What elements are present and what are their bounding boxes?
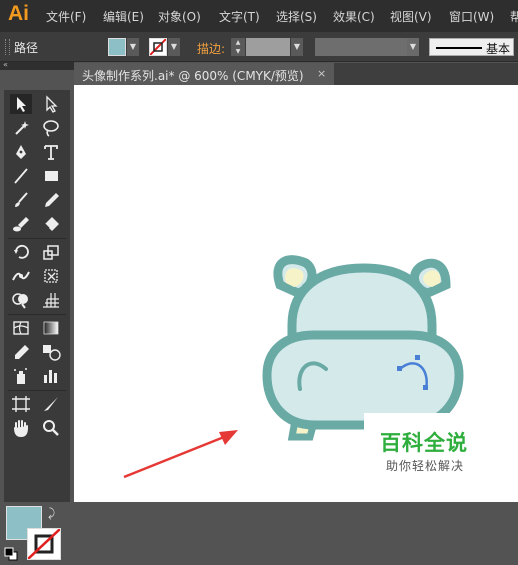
- type-tool-icon[interactable]: [40, 142, 62, 162]
- menu-select[interactable]: 选择(S): [276, 8, 317, 25]
- perspective-grid-tool-icon[interactable]: [40, 290, 62, 310]
- blend-tool-icon[interactable]: [40, 342, 62, 362]
- document-tab-title: 头像制作系列.ai* @ 600% (CMYK/预览): [82, 69, 304, 83]
- mesh-tool-icon[interactable]: [10, 318, 32, 338]
- hand-tool-icon[interactable]: [10, 418, 32, 438]
- column-graph-tool-icon[interactable]: [40, 366, 62, 386]
- free-transform-tool-icon[interactable]: [40, 266, 62, 286]
- close-icon[interactable]: ×: [317, 67, 326, 80]
- paintbrush-tool-icon[interactable]: [10, 190, 32, 210]
- zoom-tool-icon[interactable]: [40, 418, 62, 438]
- divider: [8, 238, 66, 239]
- symbol-sprayer-tool-icon[interactable]: [10, 366, 32, 386]
- stroke-weight-input[interactable]: [246, 38, 290, 56]
- menu-view[interactable]: 视图(V): [390, 8, 432, 25]
- menu-edit[interactable]: 编辑(E): [103, 8, 144, 25]
- default-fill-stroke-icon[interactable]: [4, 546, 18, 561]
- menu-help[interactable]: 帮: [510, 8, 518, 25]
- magic-wand-tool-icon[interactable]: [10, 118, 32, 138]
- document-tab[interactable]: 头像制作系列.ai* @ 600% (CMYK/预览) ×: [74, 63, 334, 85]
- menu-type[interactable]: 文字(T): [219, 8, 260, 25]
- hippo-snout: [262, 330, 464, 430]
- rotate-tool-icon[interactable]: [10, 242, 32, 262]
- selection-tool-icon[interactable]: [10, 94, 32, 114]
- menu-file[interactable]: 文件(F): [46, 8, 86, 25]
- divider: [8, 314, 66, 315]
- line-segment-tool-icon[interactable]: [10, 166, 32, 186]
- chevron-down-icon[interactable]: ▼: [168, 38, 180, 56]
- slice-tool-icon[interactable]: [40, 394, 62, 414]
- artboard-canvas[interactable]: 百科全说 助你轻松解决: [74, 85, 518, 502]
- pen-tool-icon[interactable]: [10, 142, 32, 162]
- tools-panel-header[interactable]: «: [0, 60, 74, 70]
- variable-width-profile-select[interactable]: [315, 38, 407, 56]
- rectangle-tool-icon[interactable]: [40, 166, 62, 186]
- red-pointer-arrow-shaft: [123, 431, 235, 479]
- app-logo: Ai: [8, 2, 29, 25]
- stroke-swatch-none-icon[interactable]: [149, 38, 167, 56]
- stroke-weight-label[interactable]: 描边:: [197, 40, 225, 57]
- shape-builder-tool-icon[interactable]: [10, 290, 32, 310]
- direct-selection-tool-icon[interactable]: [40, 94, 62, 114]
- stroke-weight-stepper[interactable]: ▲ ▼: [231, 38, 245, 56]
- chevron-down-icon[interactable]: ▼: [407, 38, 419, 56]
- document-tab-bar: 头像制作系列.ai* @ 600% (CMYK/预览) ×: [74, 63, 518, 85]
- swap-fill-stroke-icon[interactable]: ⤸: [48, 506, 55, 521]
- collapse-icon[interactable]: «: [3, 60, 8, 69]
- brush-stroke-preview: [436, 47, 482, 49]
- blob-brush-tool-icon[interactable]: [10, 214, 32, 234]
- red-pointer-arrowhead: [219, 430, 238, 445]
- menu-effect[interactable]: 效果(C): [333, 8, 375, 25]
- selection-type-label: 路径: [14, 41, 39, 55]
- menu-object[interactable]: 对象(O): [158, 8, 201, 25]
- artboard-tool-icon[interactable]: [10, 394, 32, 414]
- fill-swatch[interactable]: [108, 38, 126, 56]
- brush-definition-select[interactable]: 基本: [429, 38, 514, 56]
- watermark-badge: 百科全说 助你轻松解决: [364, 413, 518, 502]
- eyedropper-tool-icon[interactable]: [10, 342, 32, 362]
- stroke-none-swatch[interactable]: [27, 528, 61, 560]
- anchor-point: [415, 355, 420, 360]
- menu-bar: Ai 文件(F) 编辑(E) 对象(O) 文字(T) 选择(S) 效果(C) 视…: [0, 0, 518, 32]
- control-bar: 路径 ▼ ▼ 描边: ▲ ▼ ▼ ▼ 基本: [0, 32, 518, 62]
- chevron-down-icon[interactable]: ▼: [291, 38, 303, 56]
- scale-tool-icon[interactable]: [40, 242, 62, 262]
- anchor-point: [423, 385, 428, 390]
- menu-window[interactable]: 窗口(W): [449, 8, 494, 25]
- anchor-point: [397, 366, 402, 371]
- gradient-tool-icon[interactable]: [40, 318, 62, 338]
- chevron-down-icon[interactable]: ▼: [127, 38, 139, 56]
- pencil-tool-icon[interactable]: [40, 190, 62, 210]
- divider: [8, 390, 66, 391]
- watermark-title: 百科全说: [380, 431, 468, 455]
- width-tool-icon[interactable]: [10, 266, 32, 286]
- lasso-tool-icon[interactable]: [40, 118, 62, 138]
- tools-panel: « ⤸: [0, 60, 74, 561]
- tools-panel-body: [4, 90, 70, 502]
- brush-name: 基本: [486, 42, 511, 56]
- eraser-tool-icon[interactable]: [40, 214, 62, 234]
- panel-grip-icon[interactable]: [5, 39, 10, 55]
- watermark-subtitle: 助你轻松解决: [386, 459, 465, 473]
